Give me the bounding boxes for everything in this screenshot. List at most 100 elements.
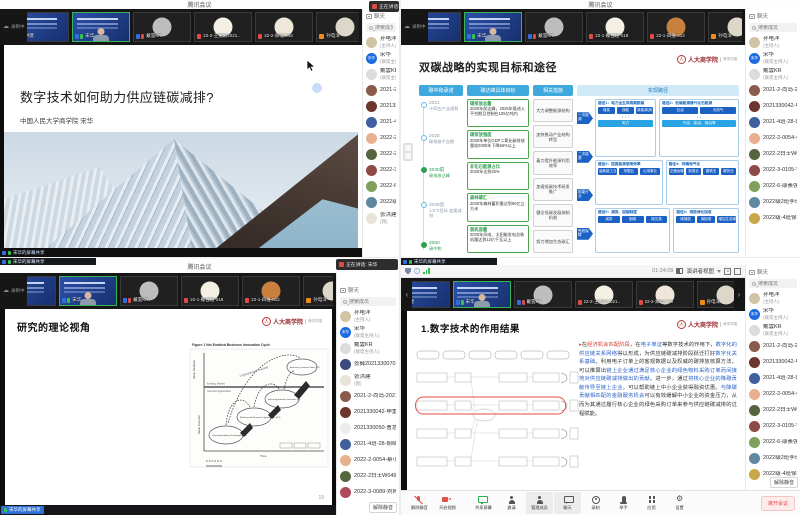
- strip-prev-arrow[interactable]: ‹: [404, 291, 410, 299]
- participant-thumbnail[interactable]: 宋华: [72, 12, 130, 42]
- member-row[interactable]: 2022-2-0054-蔡小: [337, 452, 399, 468]
- toolbar-button[interactable]: ˆ 共享屏幕: [470, 492, 497, 514]
- member-row[interactable]: 2021-2-尚岛-2021级: [363, 82, 399, 98]
- member-row[interactable]: 2021330042-申重: [746, 98, 800, 114]
- member-row[interactable]: 2022-6-康素强: [746, 178, 800, 194]
- participant-thumbnail[interactable]: 孙电洋: [708, 12, 742, 42]
- member-row[interactable]: 宋华 宋华(联席主持人): [337, 324, 399, 340]
- search-input[interactable]: [349, 299, 393, 305]
- chat-panel-header[interactable]: 聊天: [337, 283, 399, 296]
- participant-thumbnail[interactable]: 孙电洋: [316, 12, 359, 42]
- participant-thumbnail[interactable]: 22-1-覆合相-018: [181, 276, 239, 306]
- screen-share-bar[interactable]: 宋华的屏幕共享: [401, 258, 497, 265]
- member-row[interactable]: 2022-2白士W049: [746, 146, 800, 162]
- search-input[interactable]: [375, 25, 393, 31]
- member-row[interactable]: 2021330042-申重: [363, 98, 399, 114]
- member-row[interactable]: 2021-2-尚岛-2021: [746, 338, 800, 354]
- member-search[interactable]: [749, 279, 797, 288]
- chat-panel-header[interactable]: 聊天: [746, 9, 800, 22]
- member-row[interactable]: 孙电洋(主持人): [363, 34, 399, 50]
- participant-thumbnail[interactable]: 戴雲KR: [133, 12, 191, 42]
- window-mode-icon[interactable]: [734, 268, 741, 275]
- toolbar-button[interactable]: ˆ 开启视频: [434, 492, 461, 514]
- participant-thumbnail[interactable]: 孙电洋: [697, 281, 735, 308]
- member-row[interactable]: 戴雲KR(联席主持人): [337, 340, 399, 356]
- member-row[interactable]: 2022-6-康素强: [363, 178, 399, 194]
- member-row[interactable]: 2021-4班-28-胡晓: [363, 114, 399, 130]
- member-row[interactable]: 2022-6-康素强: [746, 434, 800, 450]
- participant-thumbnail[interactable]: 戴雲KR: [120, 276, 178, 306]
- info-icon[interactable]: i: [414, 268, 420, 274]
- member-row[interactable]: 宋华 宋华(联席主持人): [746, 306, 800, 322]
- participant-thumbnail[interactable]: 孙电洋: [303, 276, 333, 306]
- member-row[interactable]: 宋华 宋华(联席主持人): [363, 50, 399, 66]
- member-row[interactable]: 2022-2-0054-蔡小: [746, 386, 800, 402]
- member-row[interactable]: 2022-3-0105-宁方: [363, 162, 399, 178]
- toolbar-button[interactable]: 管理成员: [526, 492, 553, 514]
- member-row[interactable]: 2021-4班-28-胡晓: [746, 114, 800, 130]
- member-search[interactable]: [340, 297, 396, 306]
- toolbar-button[interactable]: 聊天: [554, 492, 581, 514]
- participant-thumbnail[interactable]: 22-2-郑电-048: [255, 12, 313, 42]
- taskbar-share-button[interactable]: 宋华的屏幕共享: [1, 506, 44, 514]
- member-row[interactable]: 2022-3-0105-宁方: [746, 162, 800, 178]
- participant-thumbnail[interactable]: 宋华: [453, 281, 511, 308]
- participant-thumbnail[interactable]: 宋华: [59, 276, 117, 306]
- member-search[interactable]: [749, 23, 797, 32]
- unmute-button[interactable]: 解除静音: [369, 502, 397, 513]
- member-row[interactable]: 孙电洋(主持人): [337, 308, 399, 324]
- slide-nav-overlay[interactable]: [403, 143, 413, 161]
- member-row[interactable]: 宋华 宋华(联席主持人): [746, 50, 800, 66]
- layout-icon[interactable]: [676, 268, 683, 274]
- member-row[interactable]: 戴雲KR(联席主持人): [746, 322, 800, 338]
- participant-thumbnail[interactable]: 戴雲KR: [514, 281, 572, 308]
- member-row[interactable]: 2022-2-0054-蔡小: [363, 130, 399, 146]
- member-row[interactable]: 2022-3-0105-宁方: [746, 418, 800, 434]
- security-shield-icon[interactable]: [405, 268, 411, 275]
- member-row[interactable]: 张洪建(我): [337, 372, 399, 388]
- taskbar-share-strip[interactable]: 宋华的屏幕共享: [0, 248, 362, 257]
- participant-thumbnail[interactable]: 张洪建: [428, 12, 462, 42]
- view-mode-label[interactable]: 演讲者视图: [686, 267, 714, 275]
- member-row[interactable]: 戴雲KR(联席主持人): [746, 66, 800, 82]
- participant-thumbnail[interactable]: 22-1-覆合相-018: [586, 12, 644, 42]
- participant-thumbnail[interactable]: 22-2-王重云2021..: [575, 281, 633, 308]
- toolbar-button[interactable]: 录制: [582, 492, 609, 514]
- member-row[interactable]: 2021-4班-28-胡晓: [337, 436, 399, 452]
- participant-thumbnail[interactable]: 22-2-王重云2021..: [194, 12, 252, 42]
- member-row[interactable]: 2022级2班李琦: [746, 450, 800, 466]
- search-input[interactable]: [758, 25, 794, 31]
- participant-thumbnail[interactable]: 22-1-四维-012: [647, 12, 705, 42]
- member-row[interactable]: 张洪建(我): [363, 210, 399, 226]
- strip-next-arrow[interactable]: ›: [736, 291, 742, 299]
- member-row[interactable]: 2022级2班李琦: [746, 194, 800, 210]
- member-row[interactable]: 2021-4班-28-胡晓: [746, 370, 800, 386]
- chevron-down-icon[interactable]: [717, 270, 721, 273]
- member-search[interactable]: [366, 23, 396, 32]
- leave-meeting-button[interactable]: 离开会议: [761, 496, 795, 511]
- participant-thumbnail[interactable]: 张洪建: [27, 12, 70, 42]
- fullscreen-icon[interactable]: [724, 268, 731, 275]
- toolbar-button[interactable]: 设置: [666, 492, 693, 514]
- toolbar-button[interactable]: 应用: [638, 492, 665, 514]
- participant-thumbnail[interactable]: 22-1-四维-012: [242, 276, 300, 306]
- toolbar-button[interactable]: 邀请: [498, 492, 525, 514]
- participant-thumbnail[interactable]: 22-2-郑电-048: [636, 281, 694, 308]
- member-row[interactable]: 2022级-4班徐安12: [746, 210, 800, 226]
- participant-thumbnail[interactable]: 张洪建: [27, 276, 57, 306]
- member-row[interactable]: 2021330042-申重: [337, 404, 399, 420]
- search-input[interactable]: [758, 281, 794, 287]
- member-row[interactable]: 2022级2班李琦: [363, 194, 399, 210]
- toolbar-button[interactable]: ˆ 解除静音: [406, 492, 433, 514]
- member-row[interactable]: 2021330050-曹慧: [337, 420, 399, 436]
- member-row[interactable]: 2022-2白士W049: [363, 146, 399, 162]
- member-row[interactable]: 2021-2-尚岛-2021级: [337, 388, 399, 404]
- window-titlebar[interactable]: 腾讯会议: [0, 0, 399, 9]
- member-row[interactable]: 2021330042-申重: [746, 354, 800, 370]
- member-row[interactable]: 2022-2白士W049: [746, 402, 800, 418]
- unmute-button[interactable]: 解除静音: [770, 477, 798, 488]
- participant-thumbnail[interactable]: 张洪建: [412, 281, 450, 308]
- member-row[interactable]: 2022-3-0089-刘婷: [337, 484, 399, 500]
- screen-share-bar[interactable]: 宋华的屏幕共享: [0, 258, 96, 265]
- member-row[interactable]: 2021-2-尚岛-2021级: [746, 82, 800, 98]
